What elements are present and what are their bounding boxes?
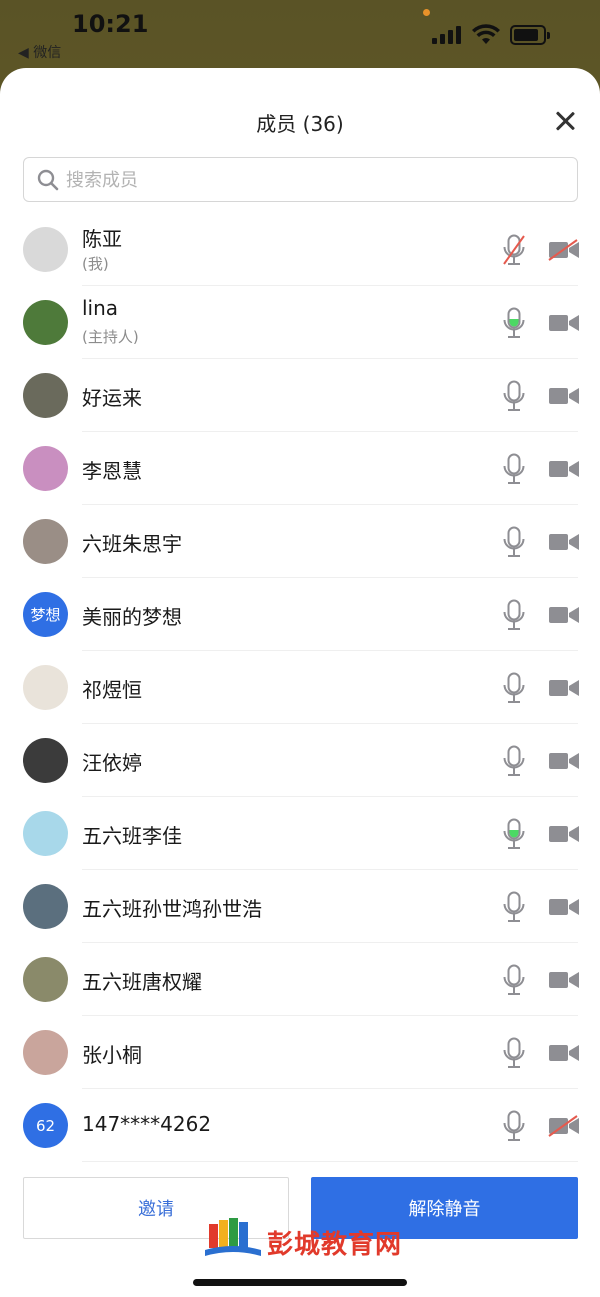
- status-time: 10:21: [72, 10, 149, 38]
- member-row[interactable]: 五六班唐权耀: [0, 943, 600, 1016]
- cellular-signal-icon: [432, 26, 462, 44]
- wifi-icon: [472, 24, 500, 44]
- watermark-text: 彭城教育网: [267, 1230, 403, 1260]
- member-name: 汪依婷: [82, 751, 142, 775]
- microphone-icon[interactable]: [502, 599, 526, 631]
- member-name: 好运来: [82, 386, 142, 410]
- microphone-icon[interactable]: [502, 307, 526, 339]
- search-box[interactable]: [23, 157, 578, 202]
- member-name: 李恩慧: [82, 459, 142, 483]
- member-avatar: [23, 227, 68, 272]
- member-row[interactable]: 62 147****4262: [0, 1089, 600, 1162]
- microphone-icon[interactable]: [502, 672, 526, 704]
- microphone-icon[interactable]: [502, 1037, 526, 1069]
- microphone-icon[interactable]: [502, 526, 526, 558]
- member-role: (我): [82, 255, 109, 273]
- member-row[interactable]: 汪依婷: [0, 724, 600, 797]
- microphone-icon[interactable]: [502, 380, 526, 412]
- member-row[interactable]: 张小桐: [0, 1016, 600, 1089]
- members-sheet: 成员 (36) 陈亚 (我) lina (主持人) 好运来: [0, 68, 600, 1297]
- privacy-indicator-dot: [423, 9, 430, 16]
- camera-icon[interactable]: [548, 531, 580, 553]
- member-name: 五六班孙世鸿孙世浩: [82, 897, 262, 921]
- member-avatar: [23, 957, 68, 1002]
- member-row[interactable]: 李恩慧: [0, 432, 600, 505]
- member-row[interactable]: lina (主持人): [0, 286, 600, 359]
- status-bar: 10:21 ◀ 微信: [0, 0, 600, 70]
- camera-icon[interactable]: [548, 823, 580, 845]
- camera-icon[interactable]: [548, 896, 580, 918]
- microphone-icon[interactable]: [502, 745, 526, 777]
- microphone-icon[interactable]: [502, 453, 526, 485]
- member-avatar: [23, 300, 68, 345]
- camera-off-icon[interactable]: [548, 239, 580, 261]
- member-avatar: [23, 1030, 68, 1075]
- search-icon: [37, 169, 59, 191]
- member-name: 张小桐: [82, 1043, 142, 1067]
- member-avatar: [23, 373, 68, 418]
- member-avatar: [23, 665, 68, 710]
- member-name: 六班朱思宇: [82, 532, 182, 556]
- microphone-icon[interactable]: [502, 964, 526, 996]
- member-avatar: [23, 811, 68, 856]
- camera-icon[interactable]: [548, 385, 580, 407]
- watermark-logo: 彭城教育网: [205, 1216, 405, 1266]
- close-icon[interactable]: [552, 108, 578, 134]
- mic-muted-icon[interactable]: [502, 234, 526, 266]
- member-row[interactable]: 祁煜恒: [0, 651, 600, 724]
- member-avatar: [23, 446, 68, 491]
- camera-icon[interactable]: [548, 677, 580, 699]
- microphone-icon[interactable]: [502, 1110, 526, 1142]
- camera-icon[interactable]: [548, 969, 580, 991]
- camera-icon[interactable]: [548, 1042, 580, 1064]
- battery-icon: [510, 25, 550, 45]
- member-role: (主持人): [82, 328, 139, 346]
- member-avatar: [23, 738, 68, 783]
- member-avatar: [23, 884, 68, 929]
- member-name: 五六班李佳: [82, 824, 182, 848]
- member-row[interactable]: 五六班李佳: [0, 797, 600, 870]
- sheet-title: 成员 (36): [256, 112, 344, 136]
- member-avatar: [23, 519, 68, 564]
- member-row[interactable]: 梦想 美丽的梦想: [0, 578, 600, 651]
- member-avatar: 62: [23, 1103, 68, 1148]
- member-name: 147****4262: [82, 1112, 212, 1136]
- member-name: 陈亚: [82, 227, 122, 251]
- back-to-app-link[interactable]: ◀ 微信: [18, 42, 61, 62]
- member-list: 陈亚 (我) lina (主持人) 好运来 李恩慧 六班朱思宇 梦想 美丽的梦想…: [0, 213, 600, 1162]
- camera-off-icon[interactable]: [548, 1115, 580, 1137]
- member-row[interactable]: 六班朱思宇: [0, 505, 600, 578]
- camera-icon[interactable]: [548, 312, 580, 334]
- camera-icon[interactable]: [548, 604, 580, 626]
- home-indicator[interactable]: [193, 1279, 407, 1286]
- microphone-icon[interactable]: [502, 818, 526, 850]
- camera-icon[interactable]: [548, 458, 580, 480]
- member-row[interactable]: 好运来: [0, 359, 600, 432]
- member-name: 祁煜恒: [82, 678, 142, 702]
- member-name: 五六班唐权耀: [82, 970, 202, 994]
- member-name: 美丽的梦想: [82, 605, 182, 629]
- search-input[interactable]: [66, 166, 546, 194]
- member-row[interactable]: 五六班孙世鸿孙世浩: [0, 870, 600, 943]
- member-row[interactable]: 陈亚 (我): [0, 213, 600, 286]
- member-name: lina: [82, 296, 119, 320]
- camera-icon[interactable]: [548, 750, 580, 772]
- book-logo-icon: [205, 1218, 261, 1256]
- member-avatar: 梦想: [23, 592, 68, 637]
- microphone-icon[interactable]: [502, 891, 526, 923]
